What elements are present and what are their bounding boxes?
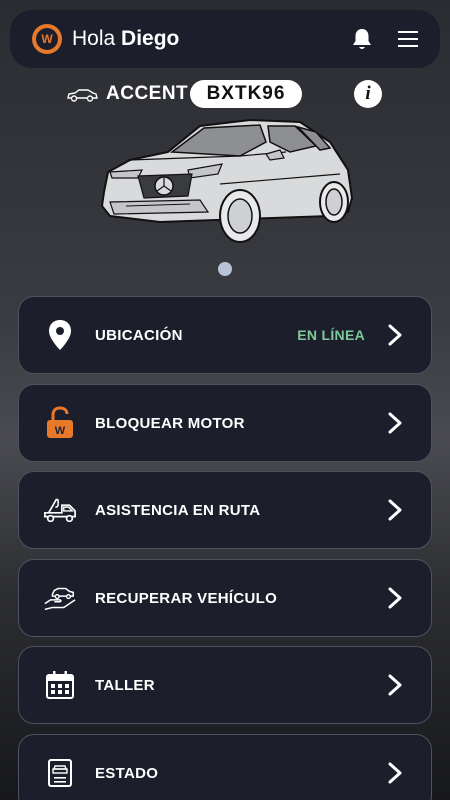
vehicle-row: ACCENT BXTK96 i: [0, 80, 450, 110]
menu-item-label: BLOQUEAR MOTOR: [95, 414, 245, 432]
top-bar: W Hola Diego: [10, 10, 440, 68]
menu-item-label: ESTADO: [95, 764, 159, 782]
car-illustration: [100, 118, 354, 243]
calendar-icon: [43, 668, 77, 702]
vehicle-model: ACCENT: [106, 83, 189, 104]
location-pin-icon: [43, 318, 77, 352]
menu-item-ubicacion[interactable]: UBICACIÓN EN LÍNEA: [18, 296, 432, 374]
unlock-icon: W: [43, 406, 77, 440]
chevron-right-icon: [388, 412, 402, 434]
svg-text:W: W: [55, 425, 66, 437]
info-icon[interactable]: i: [354, 80, 382, 108]
hand-car-icon: [43, 581, 77, 615]
menu-item-bloquear-motor[interactable]: W BLOQUEAR MOTOR: [18, 384, 432, 462]
menu-item-asistencia-en-ruta[interactable]: ASISTENCIA EN RUTA: [18, 471, 432, 549]
greeting: Hola Diego: [72, 27, 179, 51]
chevron-right-icon: [388, 587, 402, 609]
carousel-indicator[interactable]: [218, 262, 232, 276]
license-plate[interactable]: BXTK96: [190, 80, 302, 108]
chevron-right-icon: [388, 499, 402, 521]
menu-item-estado[interactable]: ESTADO: [18, 734, 432, 800]
bell-icon[interactable]: [348, 25, 376, 53]
menu-icon[interactable]: [394, 25, 422, 53]
user-name: Diego: [121, 27, 180, 50]
menu-item-recuperar-vehiculo[interactable]: RECUPERAR VEHÍCULO: [18, 559, 432, 637]
menu-item-label: UBICACIÓN: [95, 326, 183, 344]
chevron-right-icon: [388, 762, 402, 784]
brand-logo: W: [32, 24, 62, 54]
menu-item-label: ASISTENCIA EN RUTA: [95, 501, 261, 519]
status-badge: EN LÍNEA: [297, 327, 365, 343]
chevron-right-icon: [388, 674, 402, 696]
menu-item-taller[interactable]: TALLER: [18, 646, 432, 724]
logo-letter: W: [36, 28, 58, 50]
greeting-prefix: Hola: [72, 27, 116, 50]
menu-item-label: RECUPERAR VEHÍCULO: [95, 589, 278, 607]
tow-truck-icon: [43, 493, 77, 527]
chevron-right-icon: [388, 324, 402, 346]
document-icon: [43, 756, 77, 790]
car-small-icon: [67, 89, 98, 102]
menu-item-label: TALLER: [95, 676, 155, 694]
